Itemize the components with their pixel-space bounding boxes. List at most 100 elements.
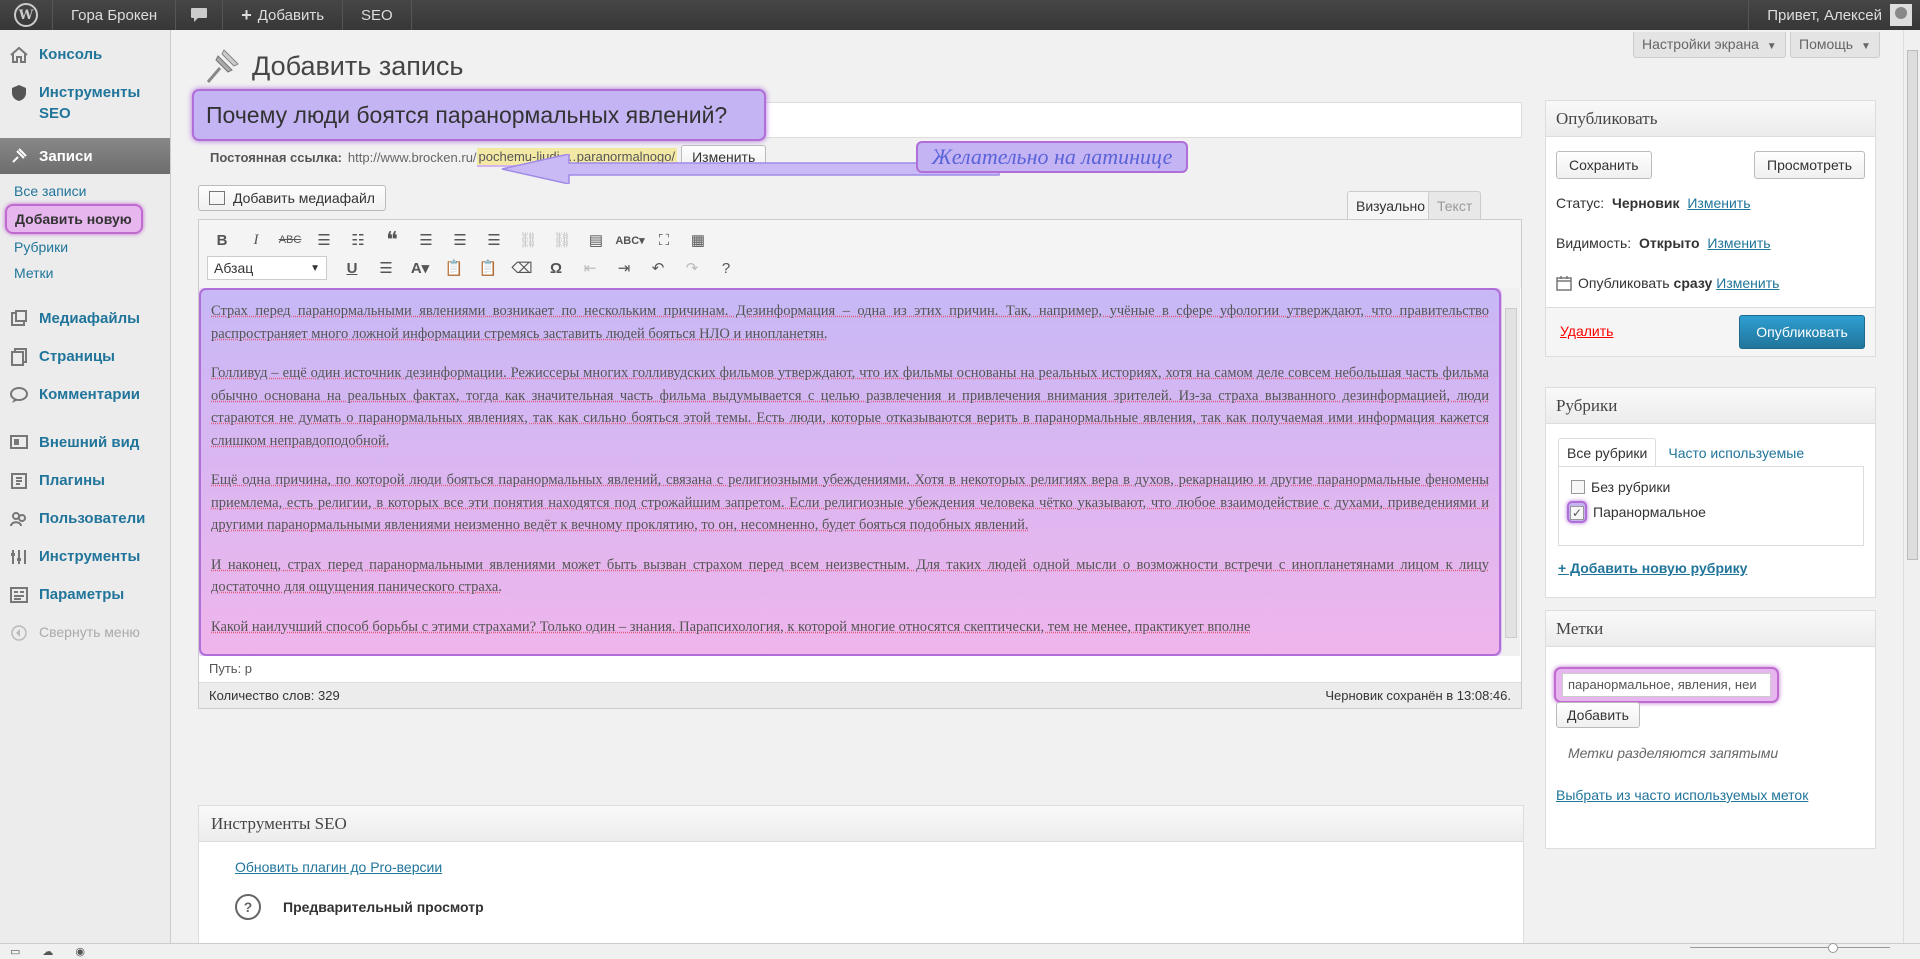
justify-icon[interactable]: ☰ [371,255,401,281]
categories-box-title[interactable]: Рубрики [1546,388,1875,424]
editor-content-area[interactable]: Страх перед паранормальными явлениями во… [199,288,1503,656]
save-draft-button[interactable]: Сохранить [1556,151,1652,179]
paste-word-icon[interactable]: 📋 [473,255,503,281]
editor-content[interactable]: Страх перед паранормальными явлениями во… [199,288,1501,656]
tab-popular-categories[interactable]: Часто используемые [1660,439,1812,467]
admin-bar: W Гора Брокен + Добавить SEO Привет, Але… [0,0,1920,30]
tags-box: Метки паранормальное, явления, неи Добав… [1545,610,1876,849]
text-color-icon[interactable]: A▾ [405,255,435,281]
visibility-label: Видимость: [1556,235,1632,251]
sidebar-item-plugins[interactable]: Плагины [0,462,170,500]
tags-box-title[interactable]: Метки [1546,611,1875,647]
editor-scrollbar[interactable] [1502,288,1520,656]
sidebar-item-media[interactable]: Медиафайлы [0,300,170,338]
edit-visibility-link[interactable]: Изменить [1707,235,1770,251]
seo-tools-box: Инструменты SEO Обновить плагин до Pro-в… [198,805,1524,945]
menu-separator [0,414,170,424]
insert-link-icon[interactable]: ⛓ [513,227,543,253]
submenu-all-posts[interactable]: Все записи [0,178,170,204]
tab-all-categories[interactable]: Все рубрики [1558,438,1657,467]
align-right-icon[interactable]: ☰ [479,227,509,253]
zoom-slider-knob[interactable] [1828,943,1838,953]
bullet-list-icon[interactable]: ☰ [309,227,339,253]
italic-icon[interactable]: I [241,227,271,253]
cloud-icon[interactable]: ☁ [42,945,53,958]
redo-icon[interactable]: ↷ [677,255,707,281]
strikethrough-icon[interactable]: ABC [275,227,305,253]
sidebar-item-settings[interactable]: Параметры [0,576,170,614]
unlink-icon[interactable]: ⛓ [547,227,577,253]
choose-tags-link[interactable]: Выбрать из часто используемых меток [1556,787,1808,803]
sidebar-item-comments[interactable]: Комментарии [0,376,170,414]
tools-icon [8,546,30,568]
add-new-menu[interactable]: + Добавить [223,0,344,30]
sidebar-item-dashboard[interactable]: Консоль [0,36,170,74]
sidebar-item-appearance[interactable]: Внешний вид [0,424,170,462]
edit-status-link[interactable]: Изменить [1687,195,1750,211]
undo-icon[interactable]: ↶ [643,255,673,281]
sidebar-item-pages[interactable]: Страницы [0,338,170,376]
clear-formatting-icon[interactable]: ⌫ [507,255,537,281]
sidebar-item-label: Комментарии [39,386,141,403]
submenu-categories[interactable]: Рубрики [0,234,170,260]
sidebar-item-seo-tools[interactable]: Инструменты SEO [0,74,170,132]
avatar [1890,4,1912,26]
insert-more-icon[interactable]: ▤ [581,227,611,253]
special-character-icon[interactable]: Ω [541,255,571,281]
seo-box-title[interactable]: Инструменты SEO [199,806,1523,842]
edit-schedule-link[interactable]: Изменить [1716,275,1779,291]
preview-button[interactable]: Просмотреть [1754,151,1865,179]
help-button[interactable]: Помощь ▼ [1790,32,1880,58]
category-checkbox[interactable] [1571,480,1585,494]
bold-icon[interactable]: B [207,227,237,253]
category-checkbox-checked[interactable]: ✓ [1570,506,1584,520]
gauge-icon[interactable]: ◉ [75,945,85,958]
sidebar-item-tools[interactable]: Инструменты [0,538,170,576]
format-select[interactable]: Абзац ▼ [207,256,327,280]
fullscreen-icon[interactable]: ⛶ [649,227,679,253]
add-media-button[interactable]: Добавить медиафайл [198,185,386,211]
align-center-icon[interactable]: ☰ [445,227,475,253]
add-tag-button[interactable]: Добавить [1556,702,1640,728]
page-scrollbar-thumb[interactable] [1907,50,1918,560]
align-left-icon[interactable]: ☰ [411,227,441,253]
category-item[interactable]: Без рубрики [1571,479,1670,495]
upgrade-pro-link[interactable]: Обновить плагин до Pro-версии [235,859,442,875]
user-account-menu[interactable]: Привет, Алексей [1748,0,1920,30]
paste-text-icon[interactable]: 📋 [439,255,469,281]
outdent-icon[interactable]: ⇤ [575,255,605,281]
help-icon[interactable]: ? [711,255,741,281]
sidebar-item-users[interactable]: Пользователи [0,500,170,538]
underline-icon[interactable]: U [337,255,367,281]
submenu-tags[interactable]: Метки [0,260,170,286]
question-icon[interactable]: ? [235,894,261,920]
tab-visual[interactable]: Визуально [1347,191,1435,219]
submenu-add-new[interactable]: Добавить новую [5,204,143,234]
zoom-slider[interactable] [1690,943,1890,955]
add-media-label: Добавить медиафайл [233,190,375,206]
collapse-menu-button[interactable]: Свернуть меню [0,614,170,652]
numbered-list-icon[interactable]: ☷ [343,227,373,253]
indent-icon[interactable]: ⇥ [609,255,639,281]
wp-logo-menu[interactable]: W [0,0,53,30]
window-icon[interactable]: ▭ [10,945,20,958]
site-name-link[interactable]: Гора Брокен [53,0,177,30]
spellcheck-icon[interactable]: ABC▾ [615,227,645,253]
publish-box-title[interactable]: Опубликовать [1546,101,1875,137]
paragraph: Ещё одна причина, по которой люди боятьс… [211,472,1489,533]
blockquote-icon[interactable]: ❝ [377,227,407,253]
tab-text[interactable]: Текст [1428,191,1482,219]
comments-link[interactable] [176,0,224,30]
kitchen-sink-icon[interactable]: ▦ [683,227,713,253]
tag-input[interactable]: паранормальное, явления, неи [1562,673,1771,697]
scrollbar-thumb[interactable] [1505,308,1517,638]
screen-options-button[interactable]: Настройки экрана ▼ [1633,32,1786,58]
add-category-link[interactable]: + Добавить новую рубрику [1558,560,1747,576]
category-item[interactable]: ✓ Паранормальное [1567,501,1706,523]
page-scrollbar[interactable] [1903,30,1920,943]
sidebar-item-posts[interactable]: Записи [0,138,170,174]
post-title-input[interactable]: Почему люди боятся паранормальных явлени… [192,89,766,141]
seo-menu[interactable]: SEO [343,0,412,30]
publish-button[interactable]: Опубликовать [1739,315,1865,349]
delete-link[interactable]: Удалить [1560,323,1613,339]
